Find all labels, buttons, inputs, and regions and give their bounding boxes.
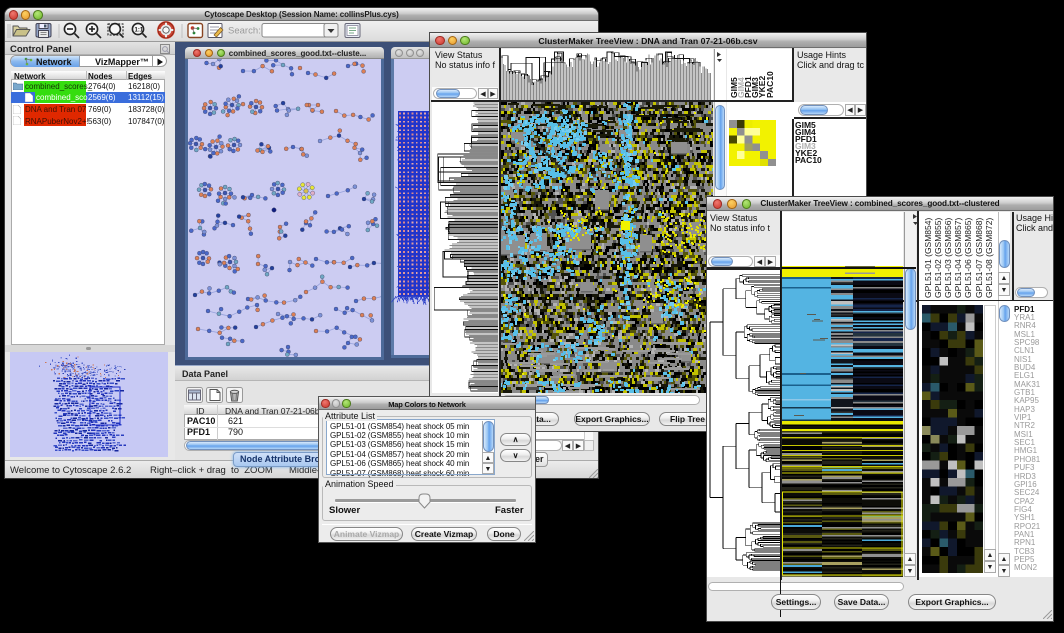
svg-text:Search:: Search: [228,26,261,37]
svg-text:1:1: 1:1 [135,28,144,34]
